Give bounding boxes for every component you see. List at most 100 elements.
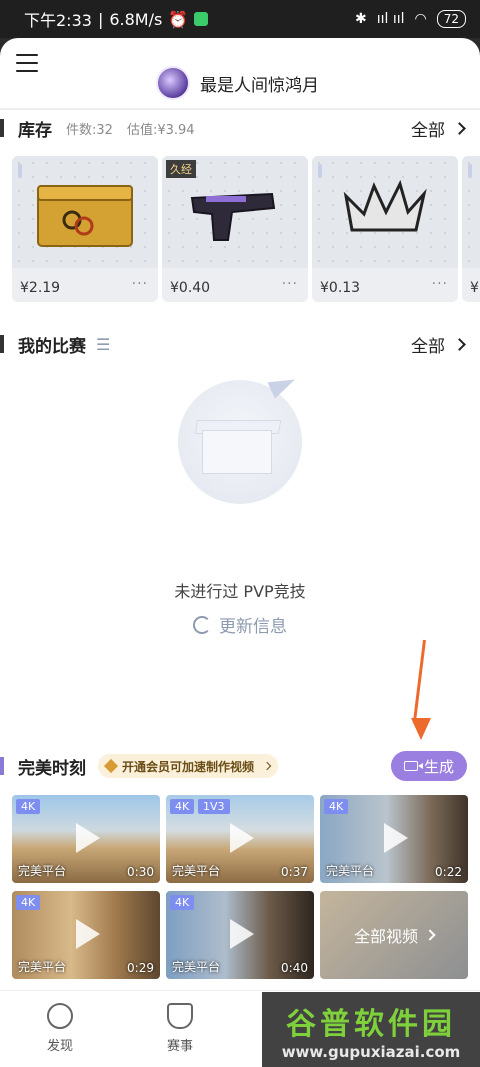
rarity-marker [318,164,322,178]
status-speed: 6.8M/s [109,9,163,29]
chevron-right-icon [453,121,466,135]
vip-promo-label: 开通会员可加速制作视频 [122,759,255,774]
nav-item-discover[interactable]: 发现 [30,1003,90,1054]
video-caption: 完美平台 [172,960,221,974]
video-camera-icon [403,761,423,771]
play-icon [76,919,100,949]
menu-icon[interactable] [16,54,38,72]
trophy-icon [167,1003,193,1029]
sort-icon[interactable]: ☰ [96,335,110,354]
matches-all-label: 全部 [411,336,445,357]
watermark: 谷普软件园 www.gupuxiazai.com [262,992,480,1067]
video-thumbnail[interactable]: 4K 完美平台 0:30 [12,795,160,883]
empty-state-text: 未进行过 PVP竞技 [174,582,306,601]
inventory-item-card[interactable]: ¥0.13 ··· [312,156,458,302]
video-duration: 0:40 [281,961,308,975]
quality-badge: 4K [324,799,349,814]
nav-label: 发现 [46,1039,73,1054]
video-duration: 0:29 [127,961,154,975]
username: 最是人间惊鸿月 [200,75,319,96]
inventory-count: 件数:32 [66,122,113,138]
box-body [202,430,272,474]
bluetooth-icon: ✱ [354,11,367,27]
video-caption: 完美平台 [172,864,221,878]
refresh-icon [193,615,211,634]
wifi-icon: ◠ [414,11,427,27]
chevron-right-icon [453,337,466,351]
quality-badge: 4K [16,895,41,910]
clutch-badge: 1V3 [198,799,230,814]
nav-label: 赛事 [166,1039,193,1054]
inventory-item-card[interactable]: ¥2.19 ··· [12,156,158,302]
rarity-marker [468,164,472,178]
watermark-title: 谷普软件园 [286,1006,456,1042]
all-videos-button[interactable]: 全部视频 [320,891,468,979]
weapon-case-image [37,185,133,247]
nav-item-events[interactable]: 赛事 [150,1003,210,1054]
chevron-right-icon [262,761,272,771]
video-caption: 完美平台 [18,960,67,974]
all-videos-label: 全部视频 [353,927,418,946]
crown-sticker-image [343,179,427,232]
wear-tag: 久经 [166,160,196,178]
item-price: ¥0.13 [320,280,361,296]
video-duration: 0:37 [281,865,308,879]
inventory-item-card[interactable]: ¥ [462,156,480,302]
profile-header[interactable]: 最是人间惊鸿月 [156,66,319,100]
status-time: 下午2:33 [24,11,92,30]
status-separator: | [97,9,104,29]
item-image [312,156,458,268]
video-duration: 0:30 [127,865,154,879]
video-caption: 完美平台 [326,864,375,878]
section-marker [0,757,4,775]
item-price: ¥ [470,280,479,296]
quality-badge: 4K [170,895,195,910]
avatar[interactable] [156,66,190,100]
section-marker [0,335,4,353]
top-bar: 最是人间惊鸿月 [0,38,480,110]
inventory-all-label: 全部 [411,120,445,141]
empty-state-illustration [178,380,302,504]
video-thumbnail[interactable]: 4K 1V3 完美平台 0:37 [166,795,314,883]
inventory-header: 库存 件数:32 估值:¥3.94 全部 [0,108,480,148]
item-image [12,156,158,268]
vip-promo-button[interactable]: 开通会员可加速制作视频 [98,754,279,778]
planet-icon [47,1003,73,1029]
video-thumbnail[interactable]: 4K 完美平台 0:22 [320,795,468,883]
inventory-value: 估值:¥3.94 [126,122,195,138]
matches-header: 我的比赛 ☰ 全部 [0,324,480,364]
generate-label: 生成 [423,757,454,776]
video-caption: 完美平台 [18,864,67,878]
inventory-list: ¥2.19 ··· 久经 ¥0.40 ··· ¥0.13 ··· ¥ [12,156,480,302]
refresh-label: 更新信息 [219,617,287,637]
section-marker [0,119,4,137]
refresh-button[interactable]: 更新信息 [0,612,480,637]
play-icon [76,823,100,853]
video-duration: 0:22 [435,865,462,879]
item-price: ¥0.40 [170,280,211,296]
diamond-icon [103,758,119,774]
divider [0,108,480,110]
more-options-icon[interactable]: ··· [132,276,148,292]
matches-all-link[interactable]: 全部 [411,332,466,357]
generate-video-button[interactable]: 生成 [391,751,467,781]
watermark-url: www.gupuxiazai.com [281,1042,461,1061]
signal-icon: ııl ııl [376,11,405,27]
battery-indicator: 72 [436,10,466,28]
more-options-icon[interactable]: ··· [282,276,298,292]
more-options-icon[interactable]: ··· [432,276,448,292]
video-thumbnail[interactable]: 4K 完美平台 0:29 [12,891,160,979]
inventory-title: 库存 [18,120,52,141]
inventory-item-card[interactable]: 久经 ¥0.40 ··· [162,156,308,302]
play-icon [230,823,254,853]
video-thumbnail[interactable]: 4K 完美平台 0:40 [166,891,314,979]
quality-badge: 4K [16,799,41,814]
alarm-icon: ⏰ [168,9,189,29]
play-icon [230,919,254,949]
chevron-right-icon [424,929,436,941]
inventory-all-link[interactable]: 全部 [411,116,466,141]
rarity-marker [18,164,22,178]
quality-badge: 4K [170,799,195,814]
item-price: ¥2.19 [20,280,61,296]
wechat-notification-icon [194,12,209,26]
